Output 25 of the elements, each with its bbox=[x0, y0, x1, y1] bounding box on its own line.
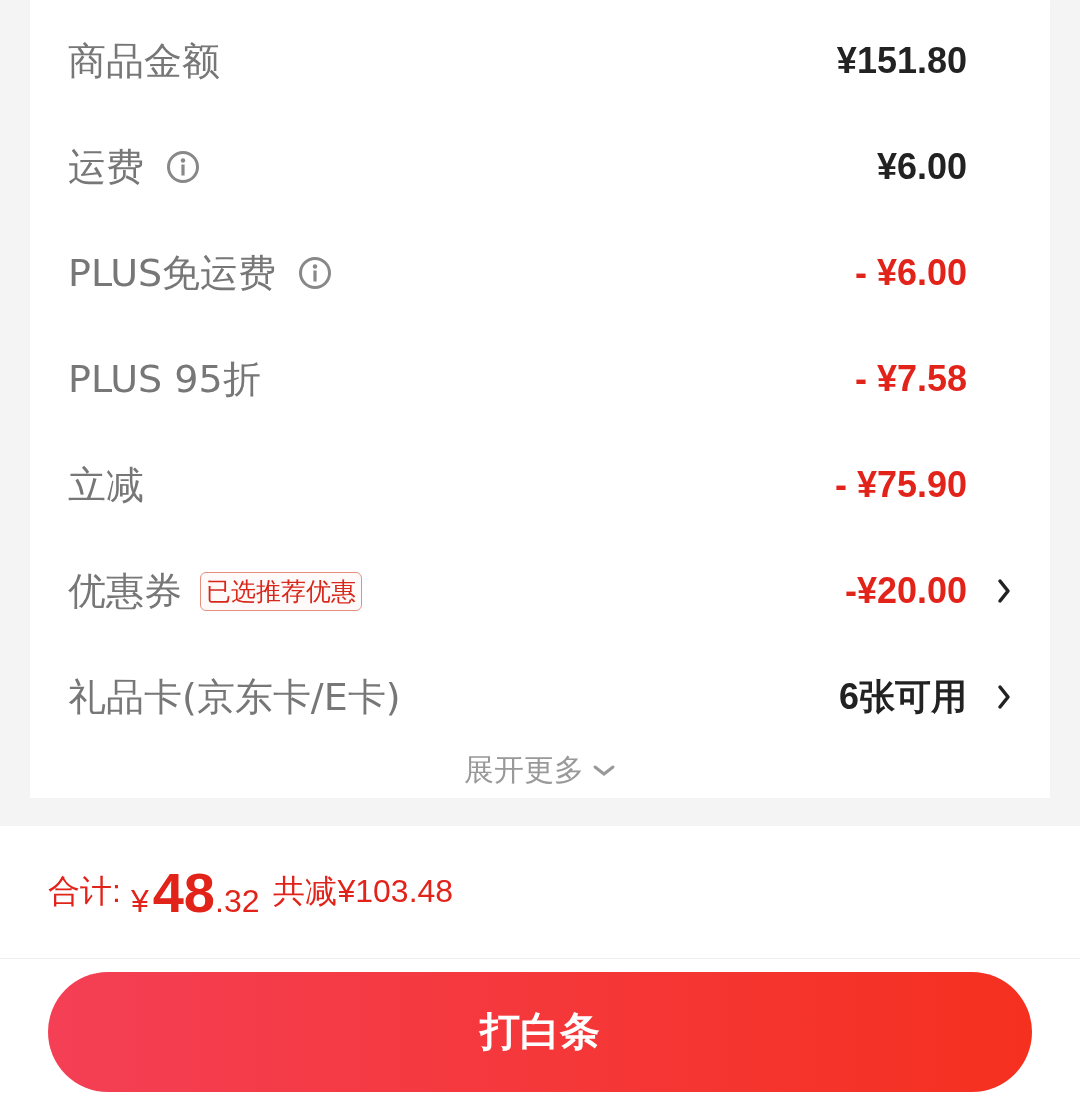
row-label: 商品金额 bbox=[68, 37, 220, 85]
chevron-down-icon bbox=[592, 763, 616, 778]
row-label: PLUS 95折 bbox=[68, 355, 261, 403]
row-value: - ¥75.90 bbox=[834, 464, 967, 506]
row-label: 礼品卡(京东卡/E卡) bbox=[68, 673, 401, 721]
chevron-right-icon[interactable] bbox=[996, 578, 1012, 604]
expand-more-link[interactable]: 展开更多 bbox=[464, 750, 616, 791]
recommended-tag: 已选推荐优惠 bbox=[200, 571, 362, 611]
row-label: 优惠券 bbox=[68, 567, 182, 615]
info-icon[interactable] bbox=[298, 256, 333, 290]
saving-amount: 共减¥103.48 bbox=[273, 872, 454, 911]
row-value: ¥151.80 bbox=[836, 40, 967, 82]
total-price: ¥48.32 bbox=[130, 859, 260, 925]
row-value: 6张可用 bbox=[838, 674, 967, 719]
info-icon[interactable] bbox=[166, 150, 200, 184]
row-value: - ¥6.00 bbox=[854, 252, 967, 294]
pay-button[interactable]: 打白条 bbox=[48, 971, 1032, 1092]
total-label: 合计: bbox=[48, 872, 121, 911]
row-label: 立减 bbox=[68, 461, 144, 509]
row-value: - ¥7.58 bbox=[854, 358, 967, 400]
chevron-right-icon[interactable] bbox=[996, 684, 1012, 710]
row-label: 运费 bbox=[68, 143, 144, 191]
row-value: ¥6.00 bbox=[876, 146, 967, 188]
row-label: PLUS免运费 bbox=[68, 249, 277, 297]
row-value: -¥20.00 bbox=[844, 570, 967, 612]
